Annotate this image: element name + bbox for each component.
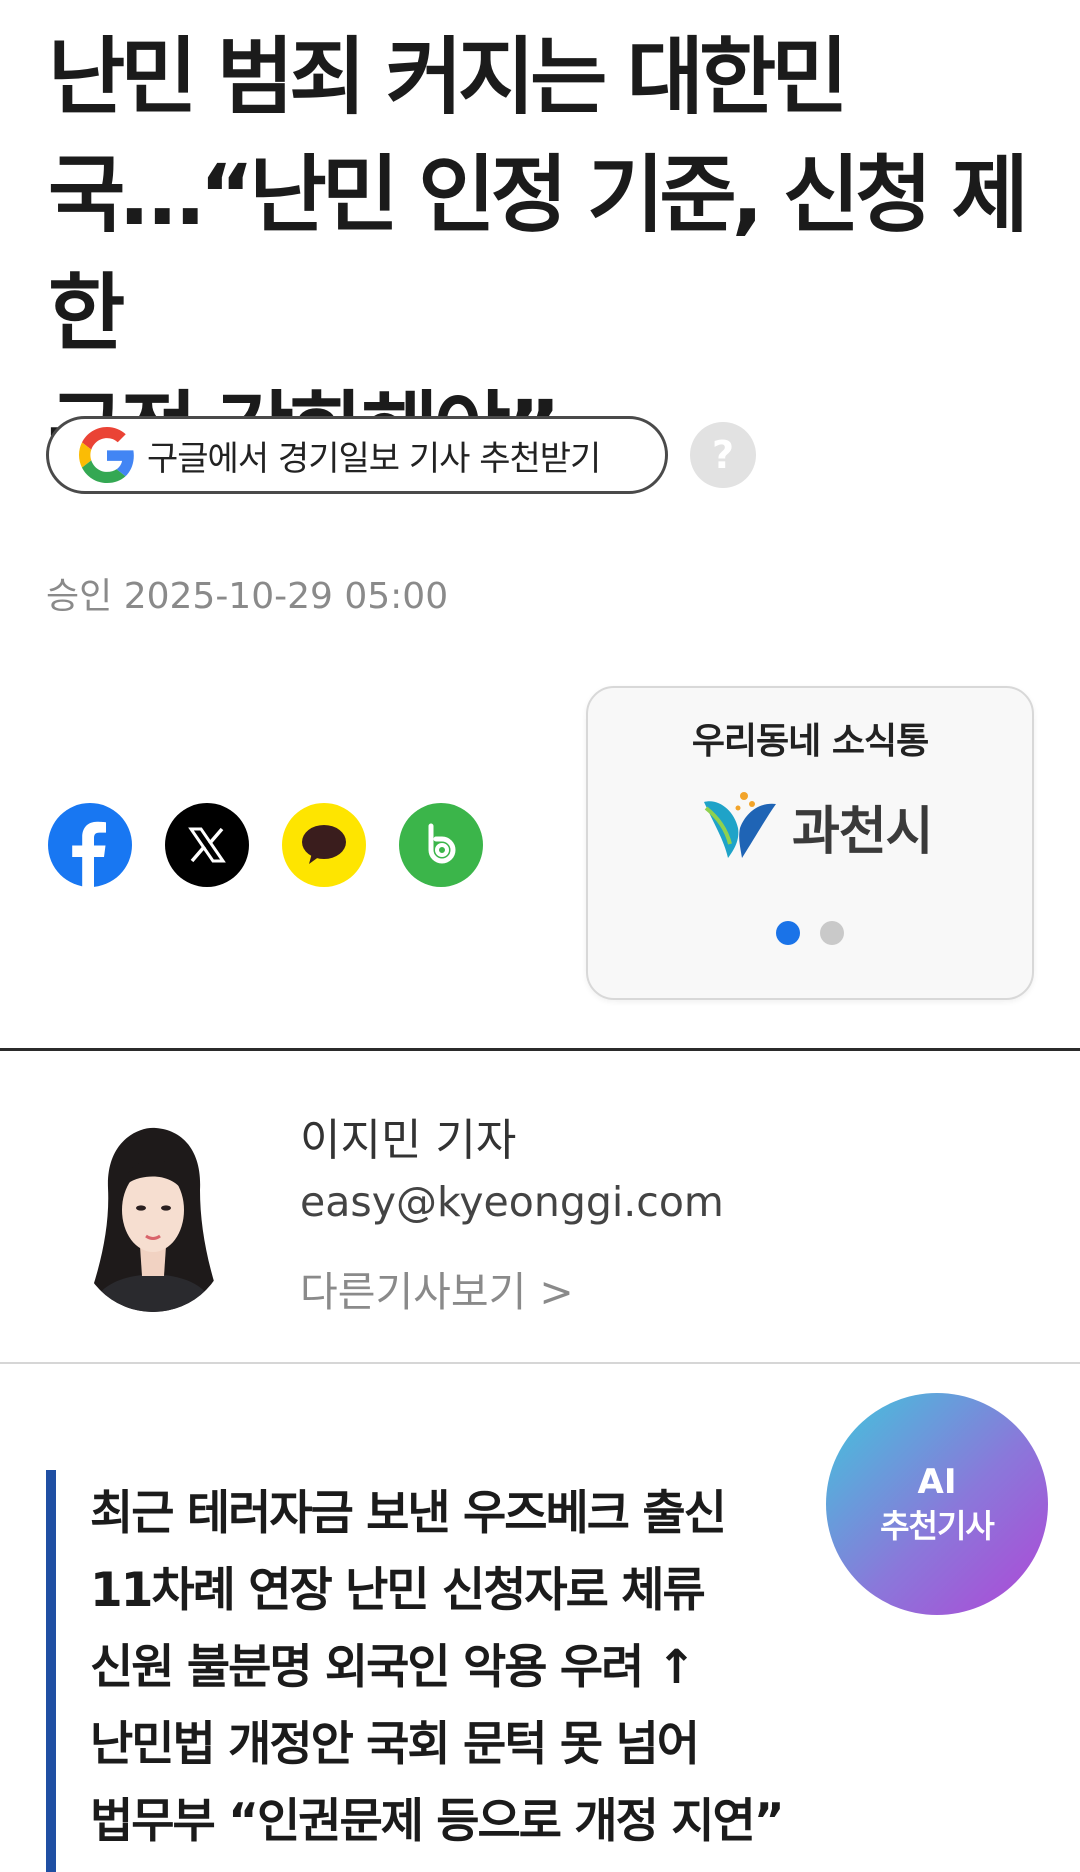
- summary-line: 신원 불분명 외국인 악용 우려 ↑: [90, 1640, 696, 1695]
- article-summary: 최근 테러자금 보낸 우즈베크 출신 11차례 연장 난민 신청자로 체류 신원…: [90, 1475, 870, 1860]
- butterfly-logo-icon: [704, 792, 776, 858]
- approval-label: 승인: [46, 576, 113, 617]
- headline-line: 난민 범죄 커지는 대한민: [48, 28, 849, 126]
- google-follow-label: 구글에서 경기일보 기사 추천받기: [147, 438, 601, 479]
- local-news-title: 우리동네 소식통: [691, 721, 929, 762]
- summary-line: 법무부 “인권문제 등으로 개정 지연”: [90, 1794, 785, 1849]
- reporter-avatar: [78, 1118, 228, 1312]
- google-follow-row: 구글에서 경기일보 기사 추천받기 ?: [46, 415, 756, 495]
- x-share-button[interactable]: [165, 803, 249, 887]
- kakaotalk-icon: [302, 825, 346, 864]
- share-buttons: [48, 803, 516, 887]
- more-articles-link[interactable]: 다른기사보기 >: [300, 1258, 574, 1318]
- facebook-icon: [72, 821, 106, 887]
- summary-line: 최근 테러자금 보낸 우즈베크 출신: [90, 1486, 727, 1541]
- google-follow-button[interactable]: 구글에서 경기일보 기사 추천받기: [46, 416, 668, 494]
- ai-badge-line1: AI: [917, 1462, 957, 1502]
- facebook-share-button[interactable]: [48, 803, 132, 887]
- gwacheon-logo[interactable]: 과천시: [700, 788, 934, 864]
- summary-line: 11차례 연장 난민 신청자로 체류: [90, 1563, 706, 1618]
- google-g-icon: [79, 427, 134, 483]
- carousel-pagination: [588, 921, 1032, 945]
- local-news-card[interactable]: 우리동네 소식통 과천시: [586, 686, 1034, 1000]
- section-divider-light: [0, 1362, 1080, 1364]
- approval-datetime: 2025-10-29 05:00: [123, 576, 449, 617]
- reporter-photo: [78, 1118, 228, 1312]
- headline-line: 국…“난민 인정 기준, 신청 제한: [48, 146, 1029, 362]
- reporter-name: 이지민 기자: [300, 1115, 517, 1166]
- x-icon: [188, 827, 226, 863]
- summary-line: 난민법 개정안 국회 문턱 못 넘어: [90, 1717, 700, 1772]
- ai-badge-line2: 추천기사: [880, 1507, 995, 1545]
- gwacheon-logo-text: 과천시: [792, 801, 934, 862]
- pagination-dot[interactable]: [820, 921, 844, 945]
- reporter-email-link[interactable]: easy@kyeonggi.com: [300, 1178, 724, 1226]
- pagination-dot-active[interactable]: [776, 921, 800, 945]
- section-divider: [0, 1048, 1080, 1051]
- band-icon: [428, 823, 456, 864]
- summary-accent-bar: [46, 1470, 56, 1872]
- kakaotalk-share-button[interactable]: [282, 803, 366, 887]
- help-button[interactable]: ?: [690, 422, 756, 488]
- band-share-button[interactable]: [399, 803, 483, 887]
- approval-date: 승인 2025-10-29 05:00: [46, 567, 448, 619]
